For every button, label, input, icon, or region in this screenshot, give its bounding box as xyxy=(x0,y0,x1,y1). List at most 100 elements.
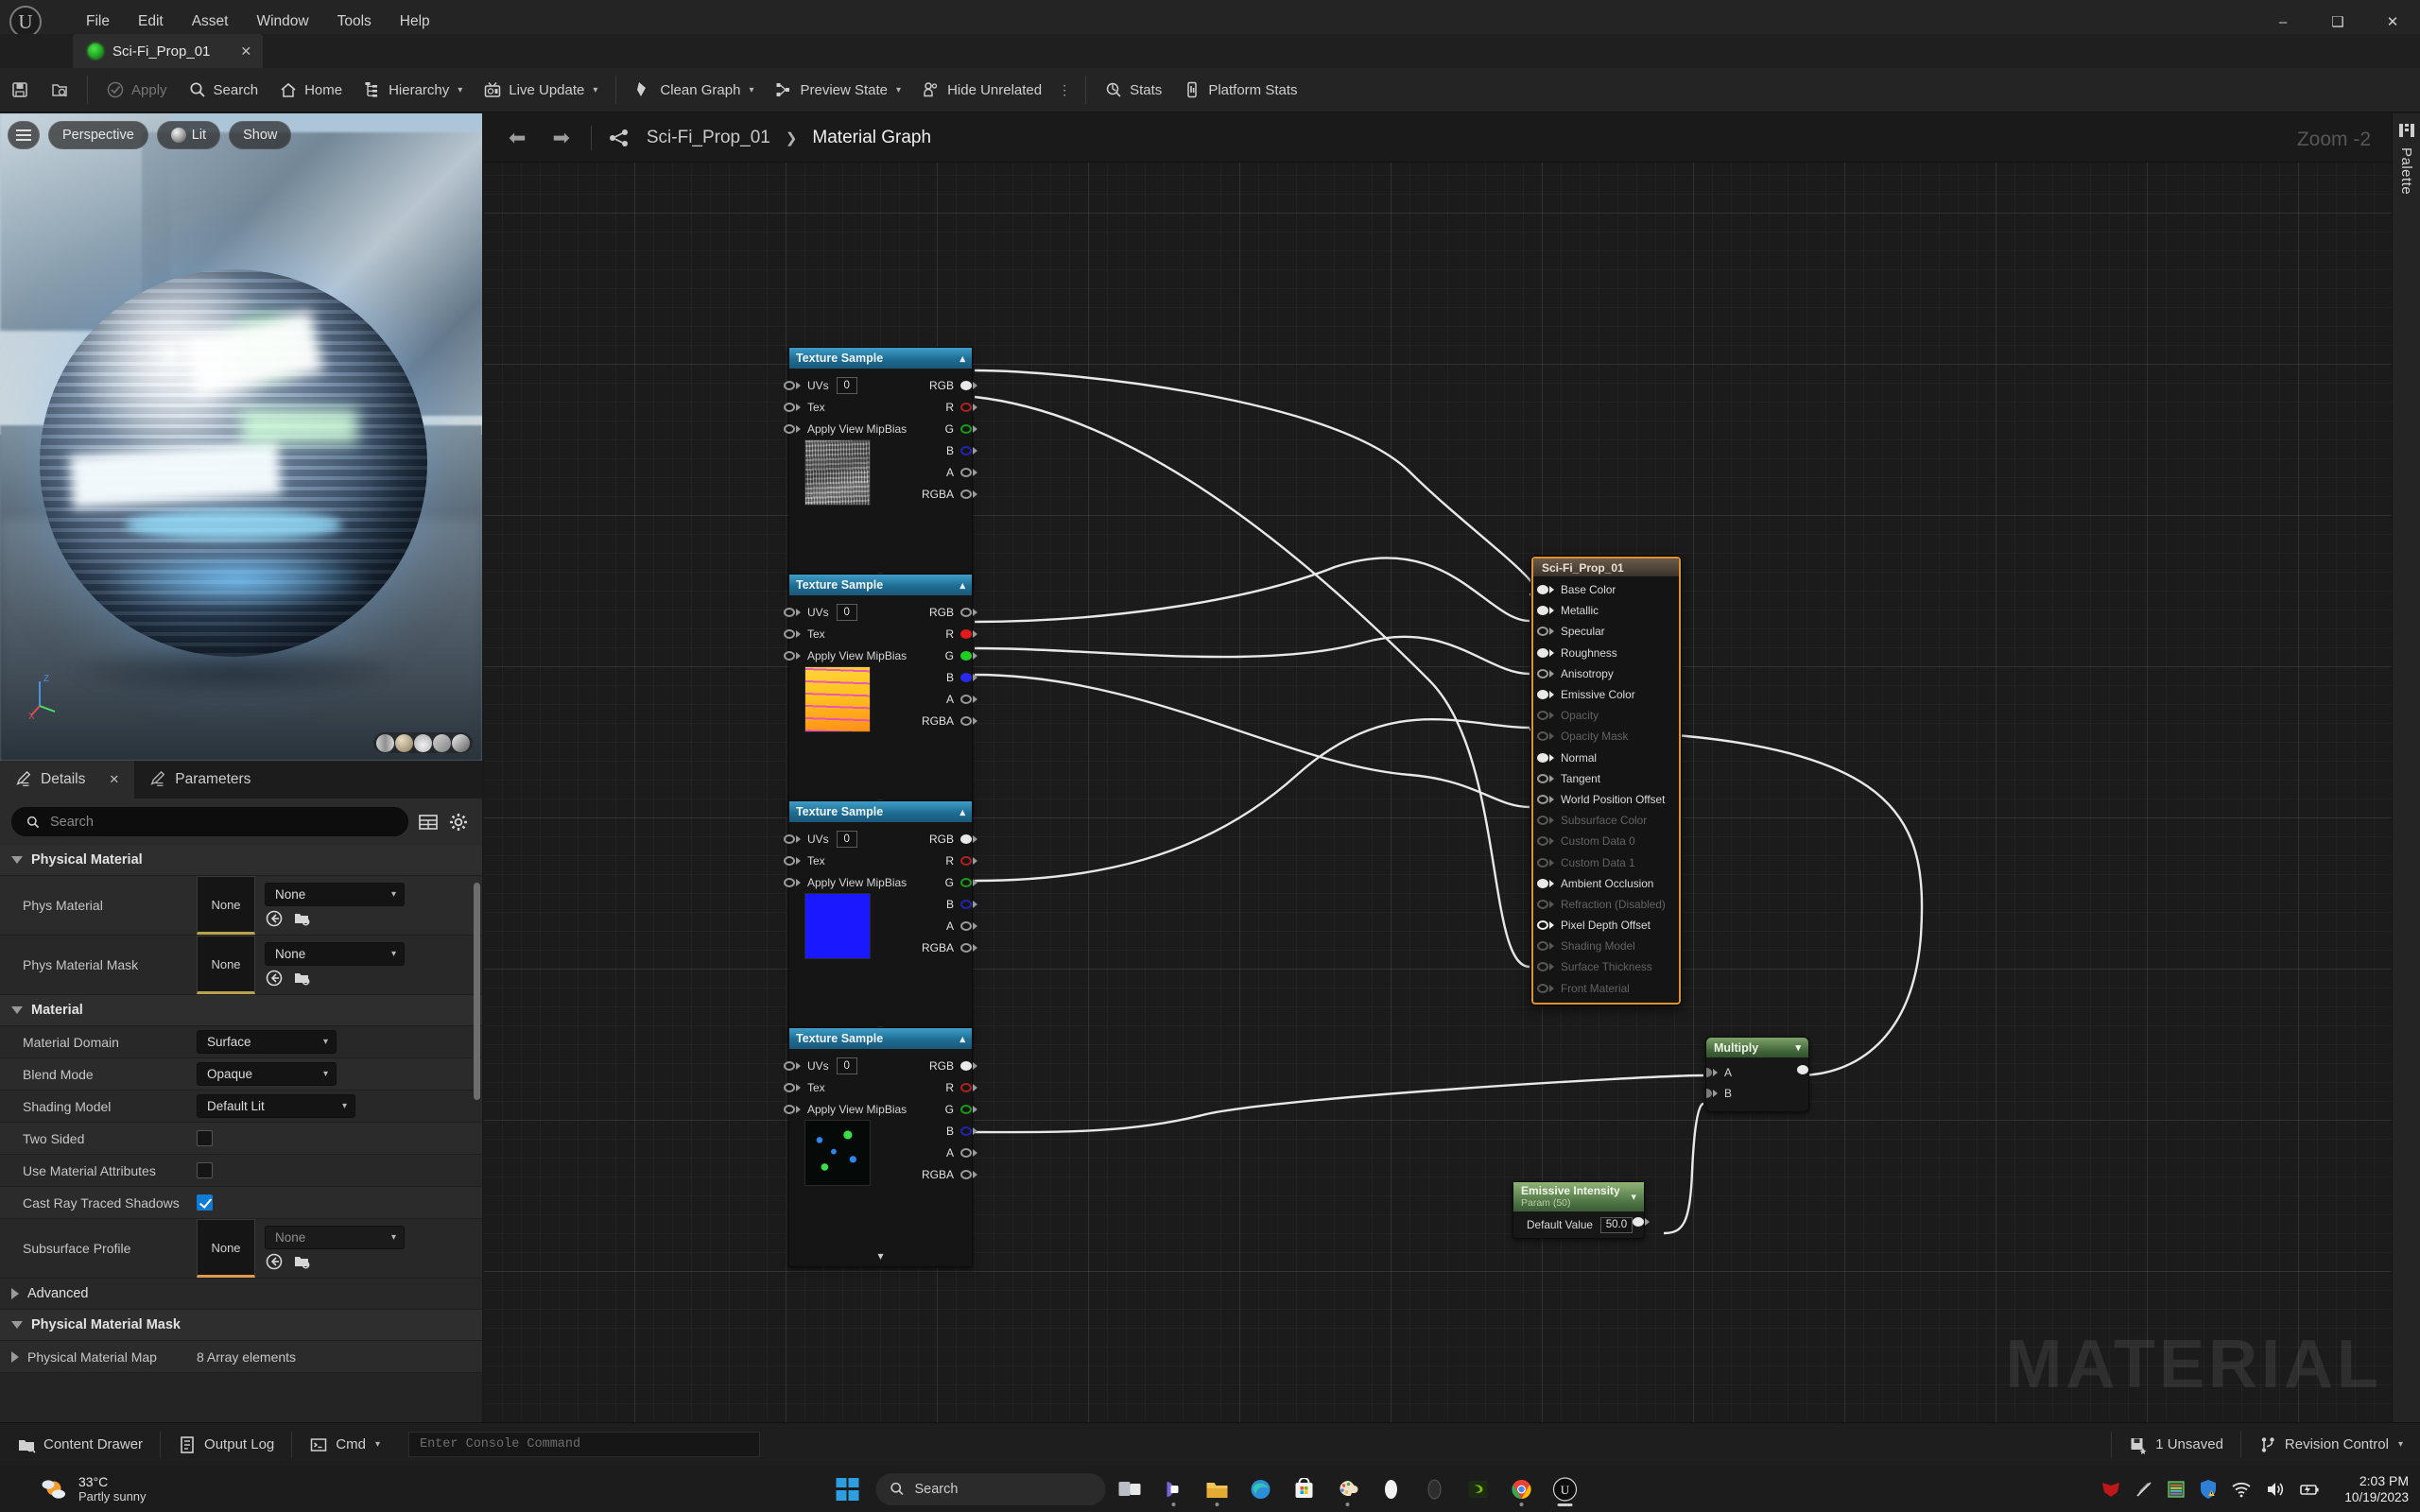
platform-stats-button[interactable]: Platform Stats xyxy=(1172,72,1307,108)
category-physical-material-mask[interactable]: Physical Material Mask xyxy=(0,1310,482,1341)
material-pin-row-metallic[interactable]: Metallic xyxy=(1533,600,1679,621)
input-pin-opacity-mask[interactable] xyxy=(1537,731,1548,741)
material-pin-row-refraction[interactable]: Refraction (Disabled) xyxy=(1533,894,1679,915)
pen-off-icon[interactable] xyxy=(2135,1480,2153,1499)
shading-model-combo[interactable]: Default Lit ▾ xyxy=(197,1094,355,1118)
default-value-field[interactable]: 50.0 xyxy=(1600,1217,1633,1233)
forward-button[interactable]: ➡ xyxy=(546,126,575,150)
file-explorer-button[interactable] xyxy=(1199,1470,1236,1508)
input-pin-apply-view-mipbias[interactable] xyxy=(784,878,795,887)
output-pin-b[interactable] xyxy=(960,673,972,682)
unreal-engine-button[interactable]: U xyxy=(1547,1470,1584,1508)
output-pin-rgba[interactable] xyxy=(960,716,972,726)
input-pin-b[interactable] xyxy=(1705,1089,1712,1098)
output-pin-a[interactable] xyxy=(960,921,972,931)
input-pin-apply-view-mipbias[interactable] xyxy=(784,1105,795,1114)
chevron-down-icon[interactable]: ▾ xyxy=(877,1249,883,1263)
hierarchy-button[interactable]: Hierarchy ▾ xyxy=(353,72,473,108)
asset-picker-combo[interactable]: None ▾ xyxy=(265,942,405,966)
input-pin-tangent[interactable] xyxy=(1537,774,1548,783)
output-pin-rgb[interactable] xyxy=(960,381,972,390)
output-pin-g[interactable] xyxy=(960,651,972,661)
input-pin-custom-data-0[interactable] xyxy=(1537,836,1548,846)
start-button[interactable] xyxy=(837,1478,859,1501)
material-pin-row-custom-data-1[interactable]: Custom Data 1 xyxy=(1533,851,1679,872)
cast-ray-traced-shadows-checkbox[interactable] xyxy=(197,1194,213,1211)
palette-expand-icon[interactable] xyxy=(2398,123,2415,138)
input-pin-uvs[interactable] xyxy=(784,381,795,390)
hide-unrelated-button[interactable]: Hide Unrelated xyxy=(911,72,1052,108)
input-pin-refraction[interactable] xyxy=(1537,900,1548,909)
use-selected-asset-icon[interactable] xyxy=(265,909,284,928)
input-pin-specular[interactable] xyxy=(1537,627,1548,636)
output-pin-g[interactable] xyxy=(960,424,972,434)
category-advanced[interactable]: Advanced xyxy=(0,1279,482,1310)
content-drawer-button[interactable]: Content Drawer xyxy=(0,1423,160,1467)
use-selected-asset-icon[interactable] xyxy=(265,1252,284,1271)
menu-asset[interactable]: Asset xyxy=(178,8,243,36)
details-property-list[interactable]: Physical Material Phys Material None Non… xyxy=(0,845,482,1422)
menu-edit[interactable]: Edit xyxy=(124,8,178,36)
input-pin-apply-view-mipbias[interactable] xyxy=(784,424,795,434)
column-layout-icon[interactable] xyxy=(418,813,439,832)
uv-value-field[interactable]: 0 xyxy=(837,1057,857,1074)
alienware-update-button[interactable] xyxy=(1416,1470,1454,1508)
output-pin-g[interactable] xyxy=(960,878,972,887)
clean-graph-button[interactable]: Clean Graph ▾ xyxy=(624,72,764,108)
apply-button[interactable]: Apply xyxy=(95,72,178,108)
uv-value-field[interactable]: 0 xyxy=(837,377,857,394)
taskbar-clock[interactable]: 2:03 PM 10/19/2023 xyxy=(2344,1473,2409,1505)
chevron-right-icon[interactable] xyxy=(11,1351,19,1363)
teams-button[interactable] xyxy=(1155,1470,1193,1508)
gear-icon[interactable] xyxy=(448,812,469,833)
chevron-up-icon[interactable]: ▴ xyxy=(959,352,965,365)
toolbar-overflow-icon[interactable]: ⋮ xyxy=(1052,82,1078,98)
volume-icon[interactable] xyxy=(2265,1480,2286,1499)
close-icon[interactable]: ✕ xyxy=(240,43,251,60)
input-pin-tex[interactable] xyxy=(784,403,795,412)
mcafee-icon[interactable] xyxy=(2100,1480,2121,1499)
input-pin-metallic[interactable] xyxy=(1537,606,1548,615)
save-button[interactable] xyxy=(0,72,40,108)
details-search-input[interactable]: Search xyxy=(11,807,408,836)
texture-sample-node-3[interactable]: Texture Sample ▴ UVs 0 RGB Tex xyxy=(788,800,973,1040)
input-pin-tex[interactable] xyxy=(784,856,795,866)
tab-details[interactable]: Details ✕ xyxy=(0,761,134,799)
paint-button[interactable] xyxy=(1329,1470,1367,1508)
two-sided-checkbox[interactable] xyxy=(197,1130,213,1146)
material-pin-row-anisotropy[interactable]: Anisotropy xyxy=(1533,663,1679,684)
input-pin-tex[interactable] xyxy=(784,1083,795,1092)
preview-sphere-icon[interactable] xyxy=(395,734,413,752)
browse-button[interactable] xyxy=(40,72,79,108)
output-pin-a[interactable] xyxy=(960,1148,972,1158)
material-pin-row-pixel-depth-offset[interactable]: Pixel Depth Offset xyxy=(1533,915,1679,936)
output-pin-value[interactable] xyxy=(1633,1217,1644,1227)
output-pin-rgba[interactable] xyxy=(960,943,972,953)
node-title-bar[interactable]: Texture Sample ▴ xyxy=(789,575,972,595)
menu-help[interactable]: Help xyxy=(386,8,444,36)
home-button[interactable]: Home xyxy=(268,72,353,108)
texture-sample-node-1[interactable]: Texture Sample ▴ UVs 0 RGB Tex xyxy=(788,347,973,587)
browse-to-asset-icon[interactable] xyxy=(293,969,312,988)
input-pin-ambient-occlusion[interactable] xyxy=(1537,879,1548,888)
chevron-down-icon[interactable]: ▾ xyxy=(1631,1191,1636,1203)
chevron-down-icon[interactable]: ▾ xyxy=(1795,1041,1801,1054)
output-pin-r[interactable] xyxy=(960,856,972,866)
preview-plane-icon[interactable] xyxy=(414,734,432,752)
taskbar-search-box[interactable]: Search xyxy=(876,1473,1106,1505)
input-pin-a[interactable] xyxy=(1705,1068,1712,1077)
node-title-bar[interactable]: Texture Sample ▴ xyxy=(789,348,972,369)
task-view-button[interactable] xyxy=(1112,1470,1150,1508)
category-physical-material[interactable]: Physical Material xyxy=(0,845,482,876)
uv-value-field[interactable]: 0 xyxy=(837,831,857,848)
use-selected-asset-icon[interactable] xyxy=(265,969,284,988)
output-pin-g[interactable] xyxy=(960,1105,972,1114)
input-pin-front-material[interactable] xyxy=(1537,984,1548,993)
wifi-icon[interactable] xyxy=(2231,1480,2252,1499)
back-button[interactable]: ⬅ xyxy=(503,126,531,150)
output-pin-r[interactable] xyxy=(960,629,972,639)
microsoft-store-button[interactable] xyxy=(1286,1470,1323,1508)
output-pin-rgb[interactable] xyxy=(960,608,972,617)
material-pin-row-emissive-color[interactable]: Emissive Color xyxy=(1533,684,1679,705)
output-pin-r[interactable] xyxy=(960,1083,972,1092)
